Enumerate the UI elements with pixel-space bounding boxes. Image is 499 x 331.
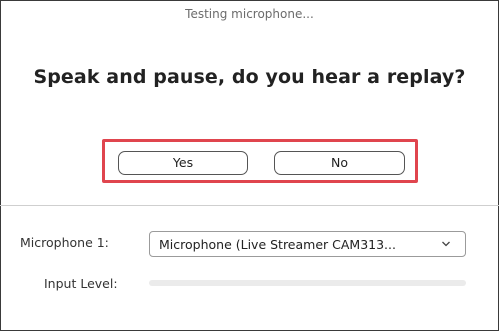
no-button[interactable]: No xyxy=(274,151,405,175)
section-divider xyxy=(0,205,499,206)
microphone-selected-value: Microphone (Live Streamer CAM313... xyxy=(159,237,396,252)
input-level-label: Input Level: xyxy=(44,276,118,291)
microphone-label: Microphone 1: xyxy=(20,235,109,250)
testing-status-text: Testing microphone... xyxy=(185,7,314,21)
chevron-down-icon xyxy=(442,241,450,247)
microphone-select[interactable]: Microphone (Live Streamer CAM313... xyxy=(149,231,466,257)
input-level-meter xyxy=(149,280,466,286)
yes-button[interactable]: Yes xyxy=(118,151,248,175)
replay-question: Speak and pause, do you hear a replay? xyxy=(33,66,466,88)
